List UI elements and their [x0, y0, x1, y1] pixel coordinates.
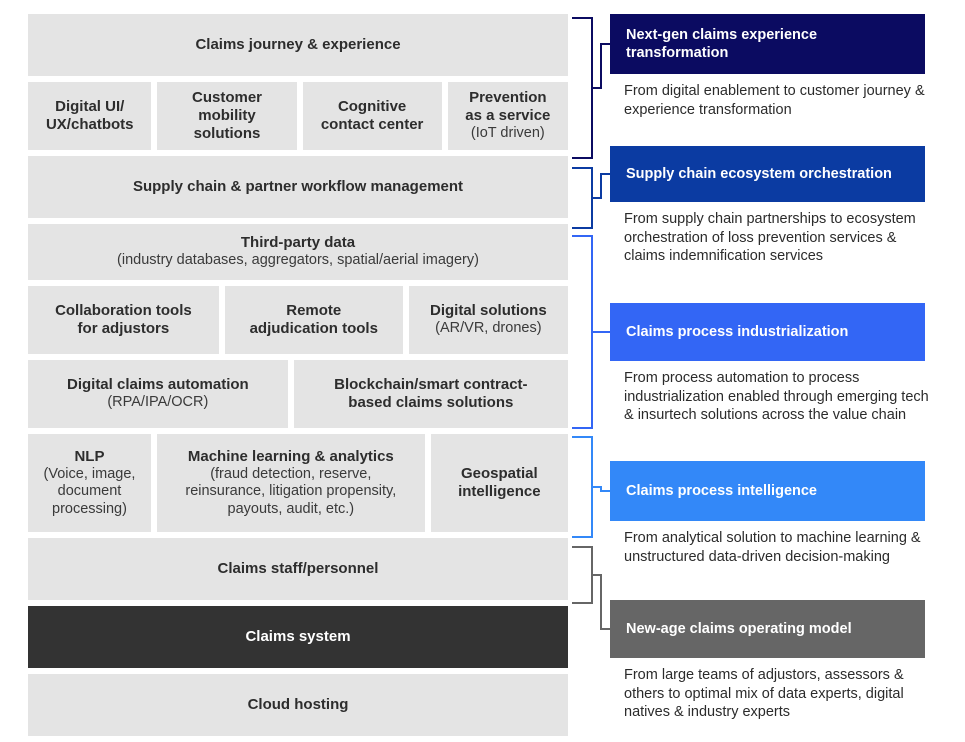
connector-intelligence [572, 436, 610, 538]
intelligence-row: NLP (Voice, image, document processing) Mach… [28, 434, 568, 532]
claims-system[interactable]: Claims system [28, 606, 568, 668]
nlp-subtitle: (Voice, image, document processing) [43, 465, 136, 517]
automation-row: Digital claims automation (RPA/IPA/OCR) Bl… [28, 360, 568, 428]
prevention-as-a-service-title: Prevention as a service [465, 89, 551, 125]
claims-process-intelligence-group: Claims process intelligence From analytic… [610, 461, 930, 566]
supply-chain-partner-workflow-management[interactable]: Supply chain & partner workflow manageme… [28, 156, 568, 218]
prevention-as-a-service-subtitle: (IoT driven) [470, 125, 545, 142]
claims-process-industrialization-description: From process automation to process indus… [624, 370, 929, 424]
claims-staff-row: Claims staff/personnel [28, 538, 568, 600]
collaboration-tools-for-adjustors[interactable]: Collaboration tools for adjustors [28, 286, 219, 354]
claims-process-industrialization-label: Claims process industrialization [626, 323, 849, 340]
claims-process-industrialization-group: Claims process industrialization From pro… [610, 303, 930, 425]
connector-supply-chain [572, 167, 610, 229]
digital-solutions[interactable]: Digital solutions (AR/VR, drones) [408, 286, 568, 354]
diagram-canvas: Claims journey & experience Digital UI/UX… [0, 0, 965, 741]
cloud-hosting-title: Cloud hosting [247, 696, 349, 713]
geospatial-intelligence[interactable]: Geospatial intelligence [430, 434, 568, 532]
remote-adjudication-tools-title: Remote adjudication tools [249, 302, 378, 337]
third-party-data-subtitle: (industry databases, aggregators, spatia… [117, 252, 479, 269]
next-gen-claims-experience-transformation-group: Next-gen claims experience transformatio… [610, 14, 930, 119]
digital-solutions-title: Digital solutions [430, 302, 547, 320]
third-party-data[interactable]: Third-party data (industry databases, agg… [28, 224, 568, 280]
digital-ui-ux-chatbots-title: Digital UI/UX/chatbots [45, 98, 134, 133]
supply-chain-ecosystem-orchestration-label: Supply chain ecosystem orchestration [626, 165, 892, 182]
machine-learning-analytics-title: Machine learning & analytics [187, 447, 394, 465]
remote-adjudication-tools[interactable]: Remote adjudication tools [224, 286, 403, 354]
claims-staff-personnel-title: Claims staff/personnel [217, 560, 379, 577]
blockchain-smart-contract-claims-solutions-title: Blockchain/smart contract-based claims s… [334, 376, 528, 411]
third-party-data-title: Third-party data [240, 234, 356, 252]
digital-ui-ux-chatbots[interactable]: Digital UI/UX/chatbots [28, 82, 152, 150]
supply-chain-ecosystem-orchestration-description: From supply chain partnerships to ecosys… [624, 211, 916, 265]
supply-chain-partner-workflow-management-title: Supply chain & partner workflow manageme… [132, 178, 464, 195]
claims-system-row: Claims system [28, 606, 568, 668]
customer-mobility-solutions-title: Customer mobility solutions [192, 89, 263, 142]
claims-journey-experience[interactable]: Claims journey & experience [28, 14, 568, 76]
digital-claims-automation-title: Digital claims automation [66, 376, 249, 394]
capability-stack: Claims journey & experience Digital UI/UX… [28, 14, 568, 742]
cognitive-contact-center-title: Cognitive contact center [320, 98, 424, 133]
cloud-hosting-row: Cloud hosting [28, 674, 568, 736]
new-age-claims-operating-model-group: New-age claims operating model From large… [610, 600, 930, 722]
blockchain-smart-contract-claims-solutions[interactable]: Blockchain/smart contract-based claims s… [293, 360, 568, 428]
claims-staff-personnel[interactable]: Claims staff/personnel [28, 538, 568, 600]
claims-process-intelligence-description: From analytical solution to machine lear… [624, 530, 921, 565]
digital-solutions-subtitle: (AR/VR, drones) [435, 320, 542, 337]
new-age-claims-operating-model-label: New-age claims operating model [626, 620, 852, 637]
cloud-hosting[interactable]: Cloud hosting [28, 674, 568, 736]
supply-chain-ecosystem-orchestration-group: Supply chain ecosystem orchestration From… [610, 146, 930, 266]
customer-mobility-solutions[interactable]: Customer mobility solutions [157, 82, 297, 150]
connector-next-gen [572, 17, 610, 159]
new-age-claims-operating-model-bar[interactable]: New-age claims operating model [610, 600, 925, 658]
prevention-as-a-service[interactable]: Prevention as a service (IoT driven) [447, 82, 568, 150]
claims-process-intelligence-bar[interactable]: Claims process intelligence [610, 461, 925, 521]
supply-chain-row: Supply chain & partner workflow manageme… [28, 156, 568, 218]
third-party-data-row: Third-party data (industry databases, agg… [28, 224, 568, 280]
new-age-claims-operating-model-description: From large teams of adjustors, assessors… [624, 667, 904, 721]
next-gen-claims-experience-transformation-label: Next-gen claims experience transformatio… [626, 26, 818, 61]
claims-process-intelligence-label: Claims process intelligence [626, 482, 817, 499]
digital-claims-automation-subtitle: (RPA/IPA/OCR) [107, 394, 209, 411]
machine-learning-analytics-subtitle: (fraud detection, reserve, reinsurance, l… [185, 465, 397, 517]
cognitive-contact-center[interactable]: Cognitive contact center [302, 82, 442, 150]
digital-claims-automation[interactable]: Digital claims automation (RPA/IPA/OCR) [28, 360, 288, 428]
claims-process-industrialization-bar[interactable]: Claims process industrialization [610, 303, 925, 361]
machine-learning-analytics[interactable]: Machine learning & analytics (fraud detec… [156, 434, 425, 532]
connector-industrialization [572, 235, 610, 429]
geospatial-intelligence-title: Geospatial intelligence [458, 465, 541, 500]
claims-journey-row: Claims journey & experience [28, 14, 568, 76]
nlp-title: NLP [74, 447, 105, 465]
claims-journey-experience-title: Claims journey & experience [195, 36, 401, 53]
tools-row: Collaboration tools for adjustors Remote ad… [28, 286, 568, 354]
customer-experience-tiles-row: Digital UI/UX/chatbots Customer mobility so… [28, 82, 568, 150]
collaboration-tools-for-adjustors-title: Collaboration tools for adjustors [55, 302, 192, 337]
next-gen-claims-experience-transformation-bar[interactable]: Next-gen claims experience transformatio… [610, 14, 925, 74]
claims-system-title: Claims system [245, 628, 351, 645]
supply-chain-ecosystem-orchestration-bar[interactable]: Supply chain ecosystem orchestration [610, 146, 925, 202]
connector-operating-model [572, 546, 610, 630]
nlp[interactable]: NLP (Voice, image, document processing) [28, 434, 151, 532]
next-gen-claims-experience-transformation-description: From digital enablement to customer jour… [624, 83, 925, 118]
